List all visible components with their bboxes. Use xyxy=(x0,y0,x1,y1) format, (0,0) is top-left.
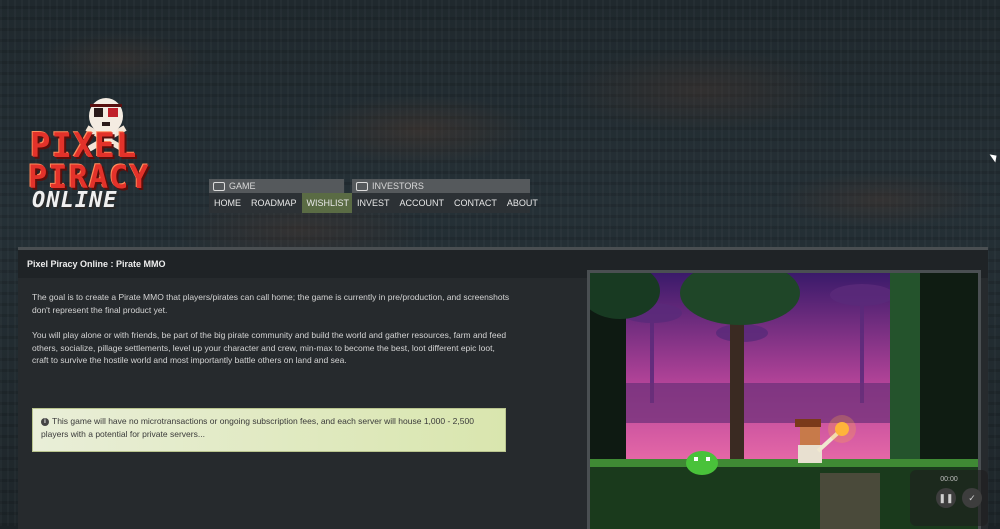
nav-item-contact[interactable]: CONTACT xyxy=(449,193,502,213)
nav-header-investors: INVESTORS xyxy=(352,179,530,193)
nav-item-home[interactable]: HOME xyxy=(209,193,246,213)
nav-item-roadmap[interactable]: ROADMAP xyxy=(246,193,302,213)
info-icon: i xyxy=(41,417,49,426)
nav-header-game: GAME xyxy=(209,179,344,193)
video-controls: 00:00 ❚❚ ✓ xyxy=(910,470,988,526)
nav-item-invest[interactable]: INVEST xyxy=(352,193,395,213)
video-time: 00:00 xyxy=(940,476,958,483)
nav-group-game: GAME HOME ROADMAP WISHLIST xyxy=(209,179,355,215)
nav-item-wishlist[interactable]: WISHLIST xyxy=(301,193,355,213)
notice-text: This game will have no microtransactions… xyxy=(41,416,474,439)
panel-body: The goal is to create a Pirate MMO that … xyxy=(18,278,578,529)
logo-text-online: ONLINE xyxy=(32,188,118,213)
gamepad-icon xyxy=(213,181,225,191)
check-icon[interactable]: ✓ xyxy=(962,488,982,508)
pixel-piracy-logo[interactable]: PIXEL PIRACY ONLINE xyxy=(26,96,176,216)
nav-group-investors: INVESTORS INVEST ACCOUNT CONTACT ABOUT xyxy=(352,179,538,215)
cash-icon xyxy=(356,181,368,191)
info-notice: i This game will have no microtransaction… xyxy=(32,408,506,452)
nav-item-account[interactable]: ACCOUNT xyxy=(395,193,450,213)
pause-icon[interactable]: ❚❚ xyxy=(936,488,956,508)
nav-header-game-label: GAME xyxy=(229,181,256,191)
intro-paragraph: The goal is to create a Pirate MMO that … xyxy=(32,292,510,315)
nav-header-investors-label: INVESTORS xyxy=(372,181,424,191)
features-paragraph: You will play alone or with friends, be … xyxy=(32,330,507,365)
nav-item-about[interactable]: ABOUT xyxy=(502,193,543,213)
